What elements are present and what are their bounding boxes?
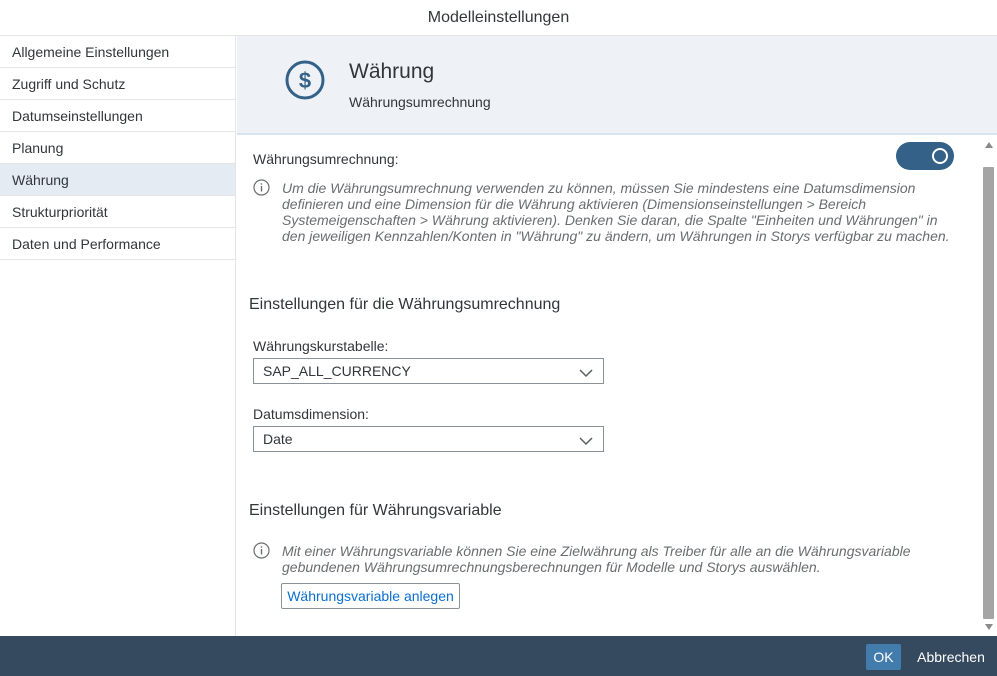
conversion-settings-title: Einstellungen für die Währungsumrechnung — [249, 296, 561, 313]
scroll-up-icon[interactable] — [985, 142, 993, 148]
conversion-toggle[interactable] — [896, 142, 954, 170]
sidebar-item-general[interactable]: Allgemeine Einstellungen — [0, 36, 235, 68]
settings-sidebar: Allgemeine Einstellungen Zugriff und Sch… — [0, 36, 236, 636]
section-header: $ Währung Währungsumrechnung — [237, 36, 997, 135]
date-dimension-label: Datumsdimension: — [253, 406, 369, 422]
date-dimension-value: Date — [263, 431, 293, 447]
chevron-down-icon — [579, 365, 593, 378]
sidebar-item-label: Zugriff und Schutz — [12, 75, 126, 92]
sidebar-item-date-settings[interactable]: Datumseinstellungen — [0, 100, 235, 132]
dollar-circle-icon: $ — [285, 60, 325, 100]
sidebar-item-data-performance[interactable]: Daten und Performance — [0, 228, 235, 260]
svg-text:$: $ — [299, 68, 311, 93]
sidebar-item-label: Planung — [12, 139, 64, 156]
conversion-info-text: Um die Währungsumrechnung verwenden zu k… — [282, 180, 950, 244]
dialog-footer: OK Abbrechen — [0, 636, 997, 676]
dialog-title: Modelleinstellungen — [427, 8, 570, 26]
sidebar-item-label: Strukturpriorität — [12, 203, 108, 220]
content-scrollbar[interactable] — [981, 137, 997, 635]
toggle-knob — [932, 148, 948, 164]
conversion-label: Währungsumrechnung: — [253, 151, 399, 167]
sidebar-item-currency[interactable]: Währung — [0, 164, 235, 196]
sidebar-item-access[interactable]: Zugriff und Schutz — [0, 68, 235, 100]
rate-table-value: SAP_ALL_CURRENCY — [263, 363, 411, 379]
section-subtitle: Währungsumrechnung — [349, 94, 491, 110]
variable-info-text: Mit einer Währungsvariable können Sie ei… — [282, 543, 911, 575]
sidebar-item-label: Datumseinstellungen — [12, 107, 143, 124]
section-title: Währung — [349, 60, 435, 83]
sidebar-item-label: Währung — [12, 171, 69, 188]
cancel-button[interactable]: Abbrechen — [911, 644, 991, 670]
info-icon — [253, 542, 270, 559]
info-icon — [253, 179, 270, 196]
sidebar-item-structure-priority[interactable]: Strukturpriorität — [0, 196, 235, 228]
variable-settings-title: Einstellungen für Währungsvariable — [249, 502, 502, 519]
settings-content: Währungsumrechnung: Um die Währungsumrec… — [237, 137, 981, 635]
scrollbar-thumb[interactable] — [983, 167, 994, 619]
chevron-down-icon — [579, 433, 593, 446]
create-currency-variable-button[interactable]: Währungsvariable anlegen — [281, 583, 460, 609]
rate-table-select[interactable]: SAP_ALL_CURRENCY — [253, 358, 604, 384]
sidebar-item-label: Allgemeine Einstellungen — [12, 43, 170, 60]
sidebar-item-planning[interactable]: Planung — [0, 132, 235, 164]
dialog-title-bar: Modelleinstellungen — [0, 0, 997, 36]
date-dimension-select[interactable]: Date — [253, 426, 604, 452]
scroll-down-icon[interactable] — [985, 624, 993, 630]
ok-button[interactable]: OK — [866, 644, 901, 670]
rate-table-label: Währungskurstabelle: — [253, 338, 389, 354]
sidebar-item-label: Daten und Performance — [12, 235, 161, 252]
